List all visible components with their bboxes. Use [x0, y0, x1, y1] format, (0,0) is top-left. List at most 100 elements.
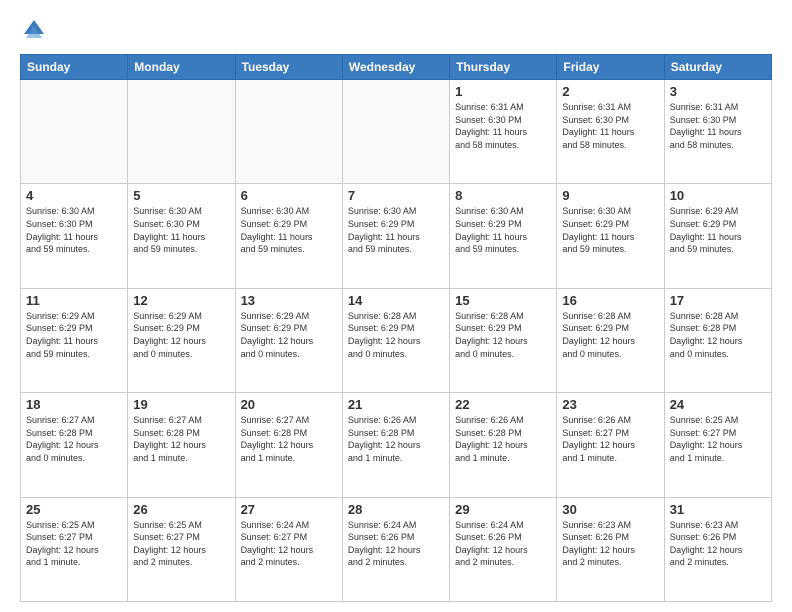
weekday-header: Thursday — [450, 55, 557, 80]
calendar-header-row: SundayMondayTuesdayWednesdayThursdayFrid… — [21, 55, 772, 80]
weekday-header: Friday — [557, 55, 664, 80]
calendar-cell: 1 Sunrise: 6:31 AM Sunset: 6:30 PM Daylig… — [450, 80, 557, 184]
day-number: 23 — [562, 397, 658, 412]
calendar-cell — [128, 80, 235, 184]
day-number: 8 — [455, 188, 551, 203]
calendar-cell: 28 Sunrise: 6:24 AM Sunset: 6:26 PM Dayli… — [342, 497, 449, 601]
day-info: Sunrise: 6:31 AM Sunset: 6:30 PM Dayligh… — [562, 101, 658, 151]
day-info: Sunrise: 6:30 AM Sunset: 6:29 PM Dayligh… — [562, 205, 658, 255]
calendar-body: 1 Sunrise: 6:31 AM Sunset: 6:30 PM Daylig… — [21, 80, 772, 602]
day-number: 26 — [133, 502, 229, 517]
calendar-cell: 2 Sunrise: 6:31 AM Sunset: 6:30 PM Daylig… — [557, 80, 664, 184]
logo — [20, 16, 50, 44]
calendar-cell: 25 Sunrise: 6:25 AM Sunset: 6:27 PM Dayli… — [21, 497, 128, 601]
day-info: Sunrise: 6:28 AM Sunset: 6:29 PM Dayligh… — [562, 310, 658, 360]
day-info: Sunrise: 6:24 AM Sunset: 6:27 PM Dayligh… — [241, 519, 337, 569]
calendar-cell: 31Sunrise: 6:23 AM Sunset: 6:26 PM Dayli… — [664, 497, 771, 601]
day-number: 29 — [455, 502, 551, 517]
calendar-cell — [235, 80, 342, 184]
calendar-week-row: 1 Sunrise: 6:31 AM Sunset: 6:30 PM Daylig… — [21, 80, 772, 184]
day-info: Sunrise: 6:31 AM Sunset: 6:30 PM Dayligh… — [670, 101, 766, 151]
day-number: 9 — [562, 188, 658, 203]
calendar-cell: 27 Sunrise: 6:24 AM Sunset: 6:27 PM Dayli… — [235, 497, 342, 601]
day-number: 15 — [455, 293, 551, 308]
calendar-cell: 14 Sunrise: 6:28 AM Sunset: 6:29 PM Dayli… — [342, 288, 449, 392]
day-number: 21 — [348, 397, 444, 412]
day-info: Sunrise: 6:28 AM Sunset: 6:29 PM Dayligh… — [348, 310, 444, 360]
day-number: 25 — [26, 502, 122, 517]
calendar-cell: 29Sunrise: 6:24 AM Sunset: 6:26 PM Dayli… — [450, 497, 557, 601]
calendar-cell: 24Sunrise: 6:25 AM Sunset: 6:27 PM Dayli… — [664, 393, 771, 497]
day-number: 3 — [670, 84, 766, 99]
day-number: 11 — [26, 293, 122, 308]
logo-icon — [20, 16, 48, 44]
day-number: 28 — [348, 502, 444, 517]
day-info: Sunrise: 6:30 AM Sunset: 6:29 PM Dayligh… — [241, 205, 337, 255]
day-info: Sunrise: 6:30 AM Sunset: 6:29 PM Dayligh… — [348, 205, 444, 255]
day-number: 7 — [348, 188, 444, 203]
day-number: 31 — [670, 502, 766, 517]
weekday-header: Monday — [128, 55, 235, 80]
calendar-cell — [342, 80, 449, 184]
calendar-cell: 17 Sunrise: 6:28 AM Sunset: 6:28 PM Dayli… — [664, 288, 771, 392]
day-number: 16 — [562, 293, 658, 308]
day-info: Sunrise: 6:26 AM Sunset: 6:28 PM Dayligh… — [348, 414, 444, 464]
day-number: 30 — [562, 502, 658, 517]
day-number: 27 — [241, 502, 337, 517]
calendar-cell: 26 Sunrise: 6:25 AM Sunset: 6:27 PM Dayli… — [128, 497, 235, 601]
day-info: Sunrise: 6:27 AM Sunset: 6:28 PM Dayligh… — [241, 414, 337, 464]
day-number: 17 — [670, 293, 766, 308]
calendar-cell: 16 Sunrise: 6:28 AM Sunset: 6:29 PM Dayli… — [557, 288, 664, 392]
weekday-header: Sunday — [21, 55, 128, 80]
calendar-cell — [21, 80, 128, 184]
calendar-cell: 4Sunrise: 6:30 AM Sunset: 6:30 PM Daylig… — [21, 184, 128, 288]
calendar-cell: 30 Sunrise: 6:23 AM Sunset: 6:26 PM Dayli… — [557, 497, 664, 601]
day-info: Sunrise: 6:24 AM Sunset: 6:26 PM Dayligh… — [348, 519, 444, 569]
day-info: Sunrise: 6:29 AM Sunset: 6:29 PM Dayligh… — [133, 310, 229, 360]
day-number: 5 — [133, 188, 229, 203]
calendar-cell: 12Sunrise: 6:29 AM Sunset: 6:29 PM Dayli… — [128, 288, 235, 392]
calendar-cell: 3 Sunrise: 6:31 AM Sunset: 6:30 PM Daylig… — [664, 80, 771, 184]
weekday-header: Saturday — [664, 55, 771, 80]
day-info: Sunrise: 6:27 AM Sunset: 6:28 PM Dayligh… — [133, 414, 229, 464]
calendar-cell: 11Sunrise: 6:29 AM Sunset: 6:29 PM Dayli… — [21, 288, 128, 392]
weekday-header: Wednesday — [342, 55, 449, 80]
day-number: 2 — [562, 84, 658, 99]
day-info: Sunrise: 6:30 AM Sunset: 6:30 PM Dayligh… — [26, 205, 122, 255]
calendar-cell: 10Sunrise: 6:29 AM Sunset: 6:29 PM Dayli… — [664, 184, 771, 288]
day-number: 10 — [670, 188, 766, 203]
calendar-table: SundayMondayTuesdayWednesdayThursdayFrid… — [20, 54, 772, 602]
day-number: 22 — [455, 397, 551, 412]
day-number: 1 — [455, 84, 551, 99]
calendar-cell: 22Sunrise: 6:26 AM Sunset: 6:28 PM Dayli… — [450, 393, 557, 497]
day-number: 24 — [670, 397, 766, 412]
day-number: 18 — [26, 397, 122, 412]
day-info: Sunrise: 6:23 AM Sunset: 6:26 PM Dayligh… — [562, 519, 658, 569]
day-number: 19 — [133, 397, 229, 412]
calendar-cell: 21 Sunrise: 6:26 AM Sunset: 6:28 PM Dayli… — [342, 393, 449, 497]
weekday-header: Tuesday — [235, 55, 342, 80]
day-info: Sunrise: 6:26 AM Sunset: 6:27 PM Dayligh… — [562, 414, 658, 464]
day-info: Sunrise: 6:28 AM Sunset: 6:28 PM Dayligh… — [670, 310, 766, 360]
day-info: Sunrise: 6:28 AM Sunset: 6:29 PM Dayligh… — [455, 310, 551, 360]
calendar-week-row: 4Sunrise: 6:30 AM Sunset: 6:30 PM Daylig… — [21, 184, 772, 288]
day-info: Sunrise: 6:27 AM Sunset: 6:28 PM Dayligh… — [26, 414, 122, 464]
calendar-cell: 5Sunrise: 6:30 AM Sunset: 6:30 PM Daylig… — [128, 184, 235, 288]
header — [20, 16, 772, 44]
calendar-cell: 6 Sunrise: 6:30 AM Sunset: 6:29 PM Daylig… — [235, 184, 342, 288]
calendar-week-row: 11 Sunrise: 6:29 AM Sunset: 6:29 PM Dayli… — [21, 288, 772, 392]
page: SundayMondayTuesdayWednesdayThursdayFrid… — [0, 0, 792, 612]
day-info: Sunrise: 6:25 AM Sunset: 6:27 PM Dayligh… — [133, 519, 229, 569]
calendar-cell: 20Sunrise: 6:27 AM Sunset: 6:28 PM Dayli… — [235, 393, 342, 497]
calendar-cell: 8 Sunrise: 6:30 AM Sunset: 6:29 PM Daylig… — [450, 184, 557, 288]
day-info: Sunrise: 6:31 AM Sunset: 6:30 PM Dayligh… — [455, 101, 551, 151]
calendar-week-row: 18 Sunrise: 6:27 AM Sunset: 6:28 PM Dayli… — [21, 393, 772, 497]
calendar-cell: 23 Sunrise: 6:26 AM Sunset: 6:27 PM Dayli… — [557, 393, 664, 497]
day-info: Sunrise: 6:29 AM Sunset: 6:29 PM Dayligh… — [241, 310, 337, 360]
day-info: Sunrise: 6:30 AM Sunset: 6:29 PM Dayligh… — [455, 205, 551, 255]
calendar-cell: 19 Sunrise: 6:27 AM Sunset: 6:28 PM Dayli… — [128, 393, 235, 497]
day-number: 14 — [348, 293, 444, 308]
day-info: Sunrise: 6:25 AM Sunset: 6:27 PM Dayligh… — [26, 519, 122, 569]
calendar-cell: 15 Sunrise: 6:28 AM Sunset: 6:29 PM Dayli… — [450, 288, 557, 392]
day-number: 6 — [241, 188, 337, 203]
